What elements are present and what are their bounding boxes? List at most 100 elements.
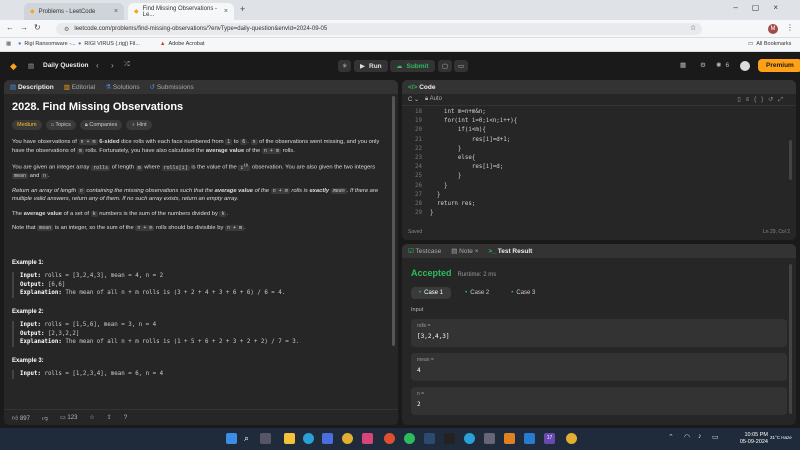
url-field[interactable]: ⚙ leetcode.com/problems/find-missing-obs… [56, 23, 702, 35]
leetcode-logo-icon[interactable]: ◆ [10, 61, 17, 72]
edge-icon[interactable] [303, 433, 314, 444]
difficulty-badge[interactable]: Medium [12, 120, 42, 130]
case-tab-1[interactable]: • Case 1 [411, 287, 452, 299]
maximize-icon[interactable]: ▢ [752, 3, 774, 12]
submit-button[interactable]: ☁ Submit [390, 60, 435, 72]
tab-description[interactable]: ▤ Description [10, 83, 54, 91]
browser-tab-problems[interactable]: ◆ Problems - LeetCode × [24, 3, 124, 20]
chrome-icon[interactable] [384, 433, 395, 444]
align-icon[interactable]: ≡ [746, 97, 755, 103]
auto-mode[interactable]: 🔒︎ Auto [425, 96, 442, 103]
tab-submissions[interactable]: ↺ Submissions [150, 83, 194, 91]
settings-gear-icon[interactable]: ⚙ [700, 61, 706, 69]
code-line[interactable]: 24 res[i]=d; [402, 163, 796, 172]
layout-icon[interactable]: ▦ [680, 61, 686, 69]
code-editor[interactable]: 18 int m=n+m&n; 19 for(int i=0;i<n;i++){2… [402, 108, 796, 218]
tab-editorial[interactable]: ▥ Editorial [64, 83, 95, 91]
code-line[interactable]: 28 return res; [402, 200, 796, 209]
bookmark-star-icon[interactable]: ☆ [690, 24, 696, 32]
chrome-icon[interactable] [342, 433, 353, 444]
code-line[interactable]: 29} [402, 209, 796, 218]
forward-icon[interactable]: → [20, 23, 34, 32]
comments-button[interactable]: ▭ 123 [60, 414, 77, 421]
volume-icon[interactable]: ♪ [698, 433, 702, 440]
description-scrollbar[interactable] [392, 96, 395, 346]
result-scrollbar[interactable] [789, 264, 792, 414]
run-button[interactable]: ▶ Run [354, 60, 388, 72]
premium-button[interactable]: Premium [758, 59, 800, 72]
meesho-icon[interactable] [504, 433, 515, 444]
share-icon[interactable]: ⇪ [107, 414, 112, 421]
code-line[interactable]: 23 else{ [402, 154, 796, 163]
case-tab-2[interactable]: • Case 2 [457, 287, 497, 299]
close-window-icon[interactable]: × [773, 3, 792, 12]
new-tab-button[interactable]: + [240, 4, 245, 14]
telegram-icon[interactable] [464, 433, 475, 444]
bookmark-item[interactable]: ● RIGI VIRUS (.rigj) Fil... [78, 41, 140, 47]
chrome-active-icon[interactable] [566, 433, 577, 444]
code-line[interactable]: 25 } [402, 172, 796, 181]
clock[interactable]: 10:05 PM 05-09-2024 [732, 432, 768, 446]
code-line[interactable]: 18 int m=n+m&n; [402, 108, 796, 117]
app-icon[interactable] [484, 433, 495, 444]
close-icon[interactable]: × [114, 8, 118, 15]
close-icon[interactable]: × [224, 8, 228, 15]
topics-chip[interactable]: ⌂ Topics [45, 120, 76, 130]
prev-problem-icon[interactable]: ‹ [96, 61, 99, 70]
tab-test-result[interactable]: >_ Test Result [489, 248, 533, 255]
close-icon[interactable]: × [475, 248, 479, 255]
whatsapp-icon[interactable] [404, 433, 415, 444]
browser-tab-active[interactable]: ◆ Find Missing Observations - Le... × [128, 3, 234, 20]
task-view-icon[interactable] [260, 433, 271, 444]
notification-badge-app-icon[interactable]: 17 [544, 433, 555, 444]
bookmark-item[interactable]: ● Rigi Ransomware -... [18, 41, 76, 47]
windows-start-icon[interactable] [226, 433, 237, 444]
braces-icon[interactable]: {} [754, 97, 768, 103]
reset-icon[interactable]: ↺ [768, 97, 778, 103]
language-dropdown[interactable]: C ⌄ [408, 96, 419, 103]
hint-chip[interactable]: ♁ Hint [126, 120, 152, 130]
tab-note[interactable]: ▤ Note × [451, 247, 478, 255]
avatar[interactable]: M [768, 24, 778, 34]
code-scrollbar[interactable] [789, 140, 792, 180]
file-explorer-icon[interactable] [284, 433, 295, 444]
like-button[interactable]: 👍︎ 897 [12, 414, 30, 422]
minimize-icon[interactable]: – [733, 3, 751, 12]
apps-icon[interactable]: ▦ [6, 41, 11, 47]
code-line[interactable]: 19 for(int i=0;i<n;i++){ [402, 117, 796, 126]
code-tab[interactable]: </> Code [408, 84, 435, 91]
bookmark-item[interactable]: ▲ Adobe Acrobat [160, 41, 205, 47]
search-icon[interactable]: ⌕ [244, 433, 255, 444]
all-bookmarks[interactable]: ▭ All Bookmarks [748, 41, 791, 47]
dislike-icon[interactable]: 👎︎ [42, 414, 48, 422]
code-line[interactable]: 27 } [402, 191, 796, 200]
next-problem-icon[interactable]: › [111, 61, 114, 70]
code-line[interactable]: 22 } [402, 145, 796, 154]
daily-question-label[interactable]: Daily Question [43, 62, 89, 69]
epic-games-icon[interactable] [444, 433, 455, 444]
streak-counter[interactable]: ✺ 6 [716, 61, 729, 70]
favorite-star-icon[interactable]: ☆ [89, 414, 94, 421]
vscode-icon[interactable] [524, 433, 535, 444]
back-icon[interactable]: ← [6, 23, 20, 32]
help-icon[interactable]: ? [124, 415, 127, 421]
case-tab-3[interactable]: • Case 3 [503, 287, 543, 299]
bookmark-icon[interactable]: ▯ [737, 97, 745, 103]
reload-icon[interactable]: ↻ [34, 23, 47, 32]
tab-solutions[interactable]: ⚗ Solutions [105, 83, 139, 91]
fullscreen-icon[interactable]: ⤢ [778, 97, 788, 103]
store-icon[interactable] [322, 433, 333, 444]
notes-icon[interactable]: ▢ [438, 60, 453, 72]
user-avatar[interactable] [740, 61, 750, 71]
debug-icon[interactable]: ✳ [338, 60, 352, 72]
shuffle-icon[interactable]: ⤮ [124, 61, 130, 69]
code-line[interactable]: 20 if(i<m){ [402, 126, 796, 135]
chat-icon[interactable]: ▭ [454, 60, 469, 72]
problem-list-icon[interactable]: ▤ [28, 62, 34, 70]
instagram-icon[interactable] [362, 433, 373, 444]
battery-icon[interactable]: ▭ [712, 433, 719, 441]
tab-testcase[interactable]: ☑ Testcase [408, 247, 441, 255]
companies-chip[interactable]: 🔒︎ Companies [79, 120, 123, 130]
weather-widget[interactable]: 31°C Haze [770, 435, 798, 440]
menu-kebab-icon[interactable]: ⋮ [786, 23, 794, 32]
